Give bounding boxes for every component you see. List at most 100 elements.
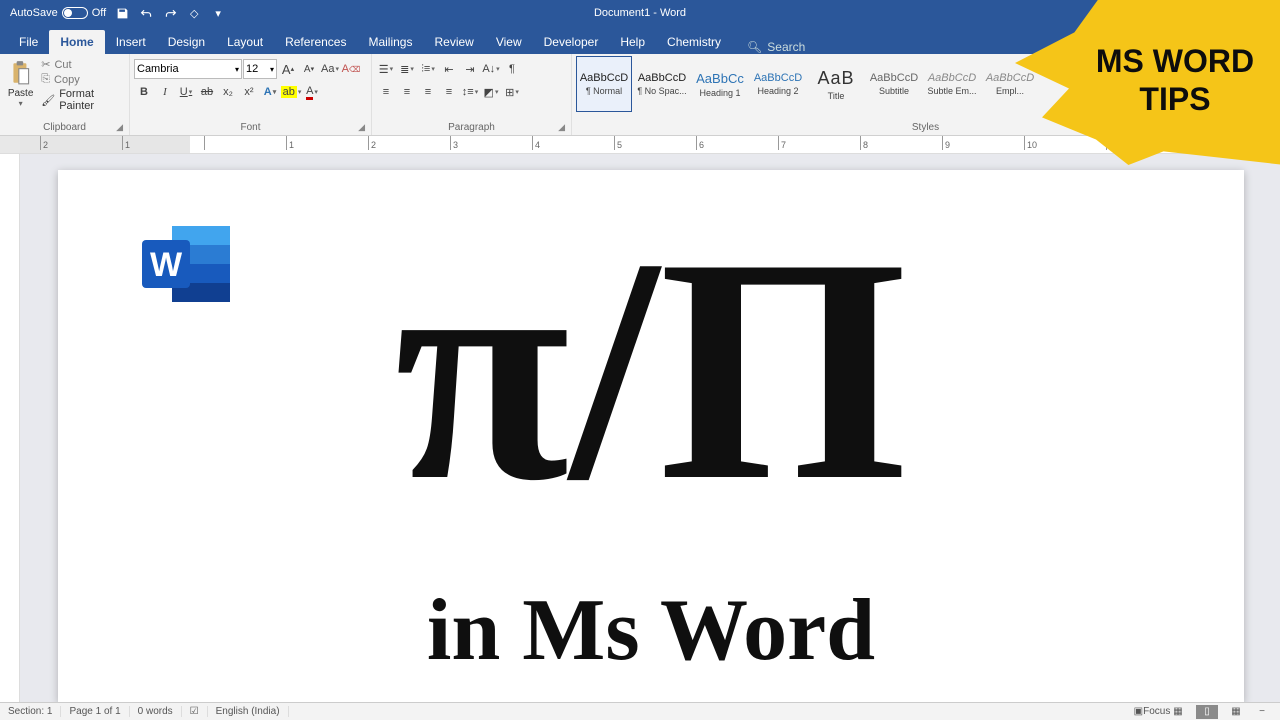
justify-button[interactable]: ≡ bbox=[439, 82, 459, 102]
tab-layout[interactable]: Layout bbox=[216, 30, 274, 54]
font-color-button[interactable]: A bbox=[302, 82, 322, 102]
toggle-switch[interactable] bbox=[62, 7, 88, 19]
read-mode-icon[interactable]: ▦ bbox=[1170, 705, 1186, 719]
sort-button[interactable]: A↓ bbox=[481, 59, 501, 79]
format-painter-button[interactable]: 🖌Format Painter bbox=[41, 88, 125, 112]
font-size-select[interactable]: 12 ▾ bbox=[243, 59, 277, 79]
search-label: Search bbox=[767, 40, 805, 54]
status-section[interactable]: Section: 1 bbox=[0, 706, 61, 717]
horizontal-ruler[interactable]: 21123456789101112 bbox=[0, 136, 1280, 154]
numbering-button[interactable]: ≣ bbox=[397, 59, 417, 79]
tab-mailings[interactable]: Mailings bbox=[357, 30, 423, 54]
style-heading2[interactable]: AaBbCcDHeading 2 bbox=[750, 56, 806, 112]
cut-label: Cut bbox=[54, 59, 71, 71]
style-title[interactable]: AaBTitle bbox=[808, 56, 864, 112]
group-paragraph: ☰ ≣ ⫶≡ ⇤ ⇥ A↓ ¶ ≡ ≡ ≡ ≡ ↕≡ ◩ ⊞ Paragraph… bbox=[372, 54, 572, 135]
line-spacing-button[interactable]: ↕≡ bbox=[460, 82, 480, 102]
change-case-button[interactable]: Aa bbox=[320, 59, 340, 79]
subscript-button[interactable]: x₂ bbox=[218, 82, 238, 102]
web-layout-icon[interactable]: ▦ bbox=[1228, 705, 1244, 719]
print-layout-icon[interactable]: ▯ bbox=[1196, 705, 1218, 719]
undo-icon[interactable] bbox=[138, 5, 154, 21]
search-icon: 🔍︎ bbox=[747, 40, 762, 54]
underline-button[interactable]: U bbox=[176, 82, 196, 102]
scissors-icon: ✂ bbox=[41, 58, 50, 71]
paste-button[interactable]: Paste ▾ bbox=[4, 56, 37, 108]
search-box[interactable]: 🔍︎ Search bbox=[747, 40, 805, 54]
paste-icon bbox=[6, 58, 36, 88]
dialog-launcher-icon[interactable]: ◢ bbox=[358, 122, 365, 133]
status-language[interactable]: English (India) bbox=[208, 706, 289, 717]
shading-button[interactable]: ◩ bbox=[481, 82, 501, 102]
autosave-toggle[interactable]: AutoSave Off bbox=[10, 7, 106, 19]
font-group-label: Font◢ bbox=[134, 120, 367, 135]
borders-button[interactable]: ⊞ bbox=[502, 82, 522, 102]
show-marks-button[interactable]: ¶ bbox=[502, 59, 522, 79]
tab-chemistry[interactable]: Chemistry bbox=[656, 30, 732, 54]
style-subtitle[interactable]: AaBbCcDSubtitle bbox=[866, 56, 922, 112]
copy-button[interactable]: ⎘ Copy bbox=[41, 73, 125, 86]
increase-indent-button[interactable]: ⇥ bbox=[460, 59, 480, 79]
status-words[interactable]: 0 words bbox=[130, 706, 182, 717]
font-family-value: Cambria bbox=[137, 63, 179, 75]
dialog-launcher-icon[interactable]: ◢ bbox=[116, 122, 123, 133]
customize-qat-icon[interactable]: ▾ bbox=[210, 5, 226, 21]
document-subtitle: in Ms Word bbox=[427, 580, 875, 681]
font-family-select[interactable]: Cambria ▾ bbox=[134, 59, 242, 79]
decrease-indent-button[interactable]: ⇤ bbox=[439, 59, 459, 79]
clipboard-group-label: Clipboard◢ bbox=[4, 120, 125, 135]
shrink-font-button[interactable]: A▾ bbox=[299, 59, 319, 79]
clear-format-button[interactable]: A⌫ bbox=[341, 59, 361, 79]
group-font: Cambria▾ 12▾ A▴ A▾ Aa A⌫ B I U ab x₂ x² … bbox=[130, 54, 372, 135]
redo-icon[interactable] bbox=[162, 5, 178, 21]
dialog-launcher-icon[interactable]: ◢ bbox=[558, 122, 565, 133]
brush-icon: 🖌 bbox=[41, 94, 55, 107]
save-icon[interactable] bbox=[114, 5, 130, 21]
style-normal[interactable]: AaBbCcD¶ Normal bbox=[576, 56, 632, 112]
align-right-button[interactable]: ≡ bbox=[418, 82, 438, 102]
text-effects-button[interactable]: A bbox=[260, 82, 280, 102]
bullets-button[interactable]: ☰ bbox=[376, 59, 396, 79]
document-area: W π/Π in Ms Word bbox=[22, 156, 1280, 702]
tab-review[interactable]: Review bbox=[423, 30, 484, 54]
toolbox-icon[interactable]: ◇ bbox=[186, 5, 202, 21]
copy-label: Copy bbox=[54, 74, 80, 86]
align-left-button[interactable]: ≡ bbox=[376, 82, 396, 102]
bold-button[interactable]: B bbox=[134, 82, 154, 102]
paragraph-group-label: Paragraph◢ bbox=[376, 120, 567, 135]
tab-help[interactable]: Help bbox=[609, 30, 656, 54]
superscript-button[interactable]: x² bbox=[239, 82, 259, 102]
highlight-button[interactable]: ab bbox=[281, 82, 301, 102]
style-nospacing[interactable]: AaBbCcD¶ No Spac... bbox=[634, 56, 690, 112]
align-center-button[interactable]: ≡ bbox=[397, 82, 417, 102]
multilevel-button[interactable]: ⫶≡ bbox=[418, 59, 438, 79]
italic-button[interactable]: I bbox=[155, 82, 175, 102]
word-app-icon: W bbox=[136, 220, 236, 308]
status-page[interactable]: Page 1 of 1 bbox=[61, 706, 129, 717]
paste-dropdown-icon[interactable]: ▾ bbox=[19, 99, 23, 108]
focus-button[interactable]: ▣ Focus bbox=[1144, 705, 1160, 719]
tab-developer[interactable]: Developer bbox=[533, 30, 610, 54]
tab-view[interactable]: View bbox=[485, 30, 533, 54]
grow-font-button[interactable]: A▴ bbox=[278, 59, 298, 79]
copy-icon: ⎘ bbox=[41, 73, 50, 86]
font-size-value: 12 bbox=[246, 63, 258, 75]
spellcheck-icon[interactable]: ☑ bbox=[182, 706, 208, 717]
tab-design[interactable]: Design bbox=[157, 30, 216, 54]
style-heading1[interactable]: AaBbCcHeading 1 bbox=[692, 56, 748, 112]
overlay-line2: TIPS bbox=[1096, 80, 1254, 118]
page[interactable]: W π/Π in Ms Word bbox=[58, 170, 1244, 702]
style-subtle-em[interactable]: AaBbCcDSubtle Em... bbox=[924, 56, 980, 112]
chevron-down-icon: ▾ bbox=[235, 65, 239, 74]
tab-insert[interactable]: Insert bbox=[105, 30, 157, 54]
tab-home[interactable]: Home bbox=[49, 30, 104, 54]
tab-references[interactable]: References bbox=[274, 30, 357, 54]
group-clipboard: Paste ▾ ✂ Cut ⎘ Copy 🖌Format Painter Clipb… bbox=[0, 54, 130, 135]
strikethrough-button[interactable]: ab bbox=[197, 82, 217, 102]
tab-file[interactable]: File bbox=[8, 30, 49, 54]
chevron-down-icon: ▾ bbox=[270, 65, 274, 74]
vertical-ruler[interactable] bbox=[0, 154, 20, 702]
zoom-out-icon[interactable]: − bbox=[1254, 705, 1270, 719]
document-title: Document1 - Word bbox=[594, 7, 686, 19]
cut-button[interactable]: ✂ Cut bbox=[41, 58, 125, 71]
